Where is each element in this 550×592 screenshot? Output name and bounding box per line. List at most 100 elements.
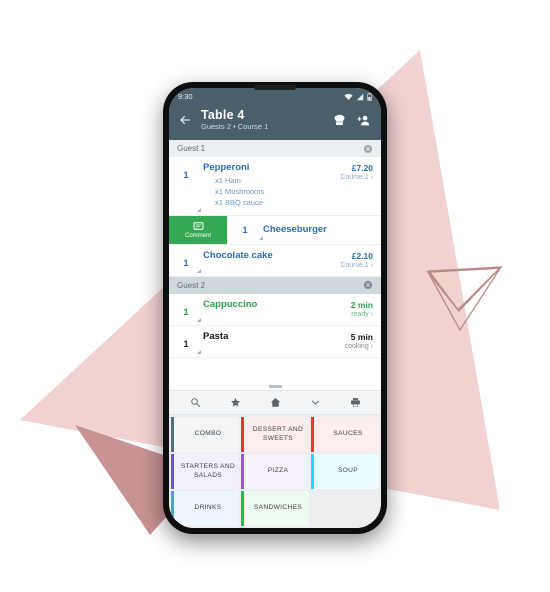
order-item-row[interactable]: 1 Chocolate cake £2.10 Course 1 ›: [169, 245, 381, 277]
kitchen-button[interactable]: [333, 114, 346, 127]
order-item-row[interactable]: 1 Pasta 5 min cooking ›: [169, 326, 381, 358]
chef-hat-icon: [334, 114, 345, 125]
item-meta: £2.10 Course 1 ›: [329, 250, 373, 269]
item-modifier: x1 BBQ sauce: [215, 198, 263, 208]
category-tile-starters-and-salads[interactable]: STARTERS AND SALADS: [171, 454, 239, 489]
item-quantity: 1: [183, 170, 189, 180]
wifi-icon: [344, 93, 353, 100]
signal-icon: [356, 93, 364, 100]
phone-notch: [254, 85, 296, 90]
category-tile-pizza[interactable]: PIZZA: [241, 454, 309, 489]
item-meta: £7.20 Course 1 ›: [329, 162, 373, 181]
phone-screen: 9:30 Table 4 Guests 2 • Course 1 Guest 1…: [169, 88, 381, 528]
item-details: Cappuccino: [203, 299, 329, 311]
print-button[interactable]: [344, 392, 366, 414]
item-status-label: cooking: [344, 342, 369, 350]
collapse-button[interactable]: [304, 392, 326, 414]
order-item-row[interactable]: 1 Cappuccino 2 min ready ›: [169, 294, 381, 326]
clear-guest-button[interactable]: [363, 144, 373, 154]
arrow-back-icon: [180, 115, 191, 125]
item-name: Pasta: [203, 330, 229, 342]
guest-header-1: Guest 1: [169, 140, 381, 157]
battery-icon: [367, 92, 372, 101]
order-item-row-swiped[interactable]: Comment 1 Cheeseburger: [169, 215, 381, 245]
sheet-drag-handle[interactable]: [268, 381, 282, 388]
phone-mockup: 9:30 Table 4 Guests 2 • Course 1 Guest 1…: [163, 82, 387, 534]
resize-corner-icon: [197, 207, 201, 212]
home-button[interactable]: [264, 392, 286, 414]
clear-guest-icon: [364, 281, 372, 290]
home-icon: [270, 398, 280, 407]
item-quantity: 1: [183, 338, 189, 349]
app-bar-actions: [333, 114, 373, 127]
app-bar: Table 4 Guests 2 • Course 1: [169, 105, 381, 140]
clear-guest-icon: [364, 144, 372, 153]
comment-action-button[interactable]: Comment: [169, 215, 227, 244]
item-details: Pepperoni x1 Ham x1 Mushrooms x1 BBQ sau…: [203, 162, 329, 209]
category-tile-sauces[interactable]: SAUCES: [311, 417, 379, 452]
item-course-label: Course 1: [340, 261, 369, 269]
category-label: COMBO: [194, 430, 222, 438]
category-tile-sandwiches[interactable]: SANDWICHES: [241, 491, 309, 526]
item-price: 5 min: [350, 331, 373, 342]
item-price: £7.20: [351, 163, 373, 173]
order-item-row[interactable]: 1 Pepperoni x1 Ham x1 Mushrooms x1 BBQ s…: [169, 157, 381, 216]
item-status: cooking ›: [344, 342, 373, 350]
item-quantity: 1: [242, 224, 248, 235]
resize-corner-icon: [259, 235, 263, 240]
item-meta: 2 min ready ›: [329, 299, 373, 318]
sheet-drag-zone[interactable]: [169, 379, 381, 390]
item-modifier: x1 Ham: [215, 176, 241, 186]
guest-header-2: Guest 2: [169, 276, 381, 294]
resize-corner-icon: [197, 317, 201, 322]
star-icon: [230, 397, 240, 407]
back-button[interactable]: [177, 112, 193, 128]
bottom-toolbar: [169, 390, 381, 415]
add-guest-button[interactable]: [357, 114, 371, 127]
status-time: 9:30: [178, 92, 193, 101]
item-price: 2 min: [350, 299, 373, 310]
guest-label: Guest 2: [177, 280, 206, 290]
favourites-button[interactable]: [224, 392, 246, 414]
item-name: Cappuccino: [203, 298, 258, 310]
category-tile-dessert-and-sweets[interactable]: DESSERT AND SWEETS: [241, 417, 309, 452]
category-tile-soup[interactable]: SOUP: [311, 454, 379, 489]
resize-corner-icon: [197, 349, 201, 354]
category-label: PIZZA: [267, 467, 289, 475]
status-icons: [344, 92, 372, 101]
category-grid: COMBO DESSERT AND SWEETS SAUCES STARTERS…: [169, 415, 381, 528]
item-status: ready ›: [351, 310, 373, 318]
search-button[interactable]: [184, 392, 206, 414]
item-price: £2.10: [351, 250, 373, 261]
category-label: SANDWICHES: [253, 504, 303, 512]
search-icon: [190, 398, 200, 407]
category-tile-drinks[interactable]: DRINKS: [171, 491, 239, 526]
guest-label: Guest 1: [177, 144, 206, 153]
category-label: SOUP: [337, 467, 359, 475]
item-status-label: ready: [351, 310, 369, 318]
clear-guest-button[interactable]: [363, 280, 373, 290]
resize-corner-icon: [197, 268, 201, 273]
swiped-item-body[interactable]: 1 Cheeseburger: [227, 216, 381, 244]
item-course-label: Course 1: [340, 174, 369, 181]
page-title: Table 4: [201, 108, 245, 122]
category-tile-combo[interactable]: COMBO: [171, 417, 239, 452]
add-person-icon: [357, 115, 370, 125]
item-name: Pepperoni: [203, 162, 250, 173]
item-name: Cheeseburger: [263, 223, 327, 235]
item-meta: 5 min cooking ›: [329, 331, 373, 350]
comment-action-label: Comment: [184, 232, 211, 239]
item-details: Chocolate cake: [203, 250, 329, 262]
print-icon: [350, 398, 360, 407]
page-subtitle: Guests 2 • Course 1: [201, 122, 269, 132]
chevron-down-icon: [311, 400, 319, 405]
order-list: Guest 1 1 Pepperoni x1 Ham x1 Mushrooms: [169, 140, 381, 379]
category-tile-empty: [311, 491, 379, 526]
item-name: Chocolate cake: [203, 249, 273, 261]
item-modifier: x1 Mushrooms: [215, 187, 265, 197]
category-label: DRINKS: [194, 504, 222, 512]
item-course: Course 1 ›: [340, 174, 373, 181]
list-empty-space: [169, 357, 381, 379]
category-label: SAUCES: [333, 430, 363, 438]
item-course: Course 1 ›: [340, 261, 373, 269]
